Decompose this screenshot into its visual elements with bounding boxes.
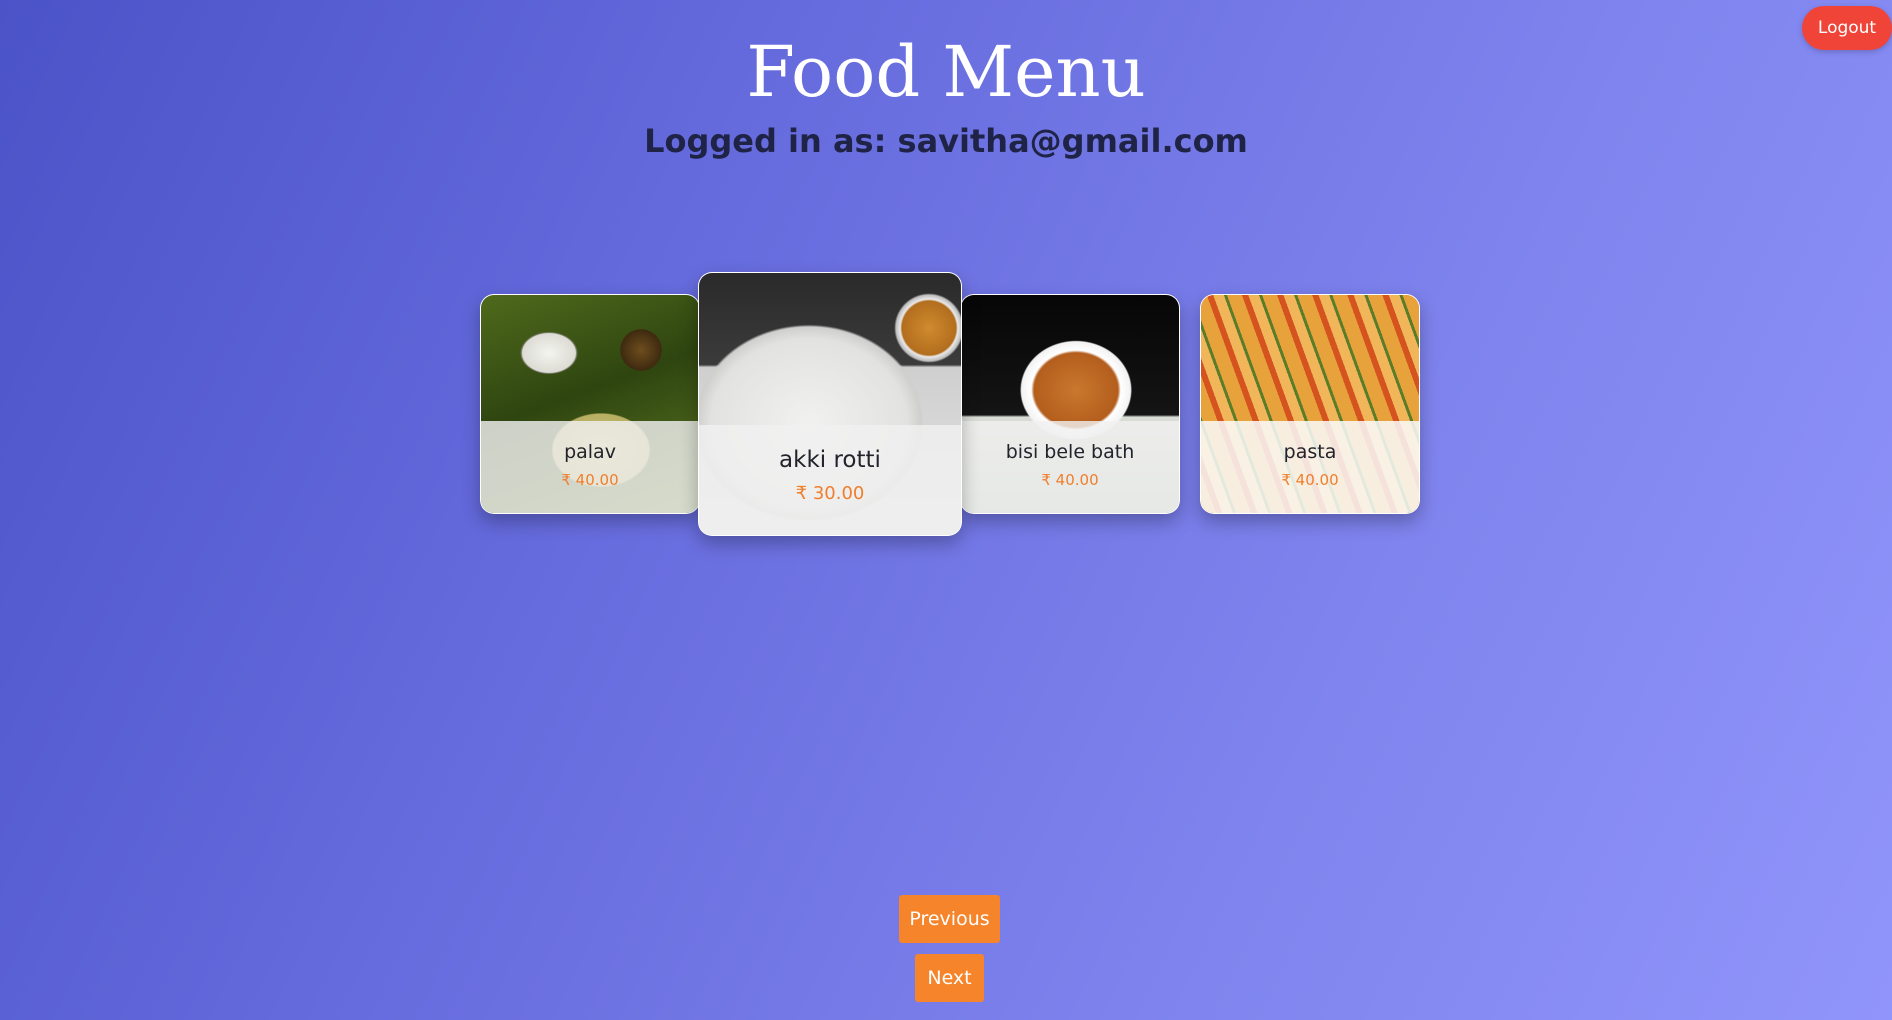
page-title: Food Menu bbox=[746, 31, 1146, 113]
menu-card-bisi-bele-bath[interactable]: bisi bele bath ₹ 40.00 bbox=[960, 294, 1180, 514]
food-name: palav bbox=[564, 441, 616, 463]
menu-card-akki-rotti[interactable]: akki rotti ₹ 30.00 bbox=[698, 272, 962, 536]
card-caption: pasta ₹ 40.00 bbox=[1201, 421, 1419, 513]
card-caption: akki rotti ₹ 30.00 bbox=[699, 425, 961, 535]
logged-in-user-text: Logged in as: savitha@gmail.com bbox=[644, 122, 1248, 160]
card-caption: palav ₹ 40.00 bbox=[481, 421, 699, 513]
menu-card-pasta[interactable]: pasta ₹ 40.00 bbox=[1200, 294, 1420, 514]
menu-card-palav[interactable]: palav ₹ 40.00 bbox=[480, 294, 700, 514]
food-name: bisi bele bath bbox=[1005, 441, 1135, 463]
previous-button[interactable]: Previous bbox=[899, 895, 1000, 943]
food-price: ₹ 40.00 bbox=[561, 471, 619, 489]
food-price: ₹ 30.00 bbox=[795, 483, 865, 504]
food-price: ₹ 40.00 bbox=[1041, 471, 1099, 489]
food-name: akki rotti bbox=[779, 447, 881, 473]
next-button[interactable]: Next bbox=[915, 954, 984, 1002]
food-name: pasta bbox=[1283, 441, 1337, 463]
food-price: ₹ 40.00 bbox=[1281, 471, 1339, 489]
card-caption: bisi bele bath ₹ 40.00 bbox=[961, 421, 1179, 513]
